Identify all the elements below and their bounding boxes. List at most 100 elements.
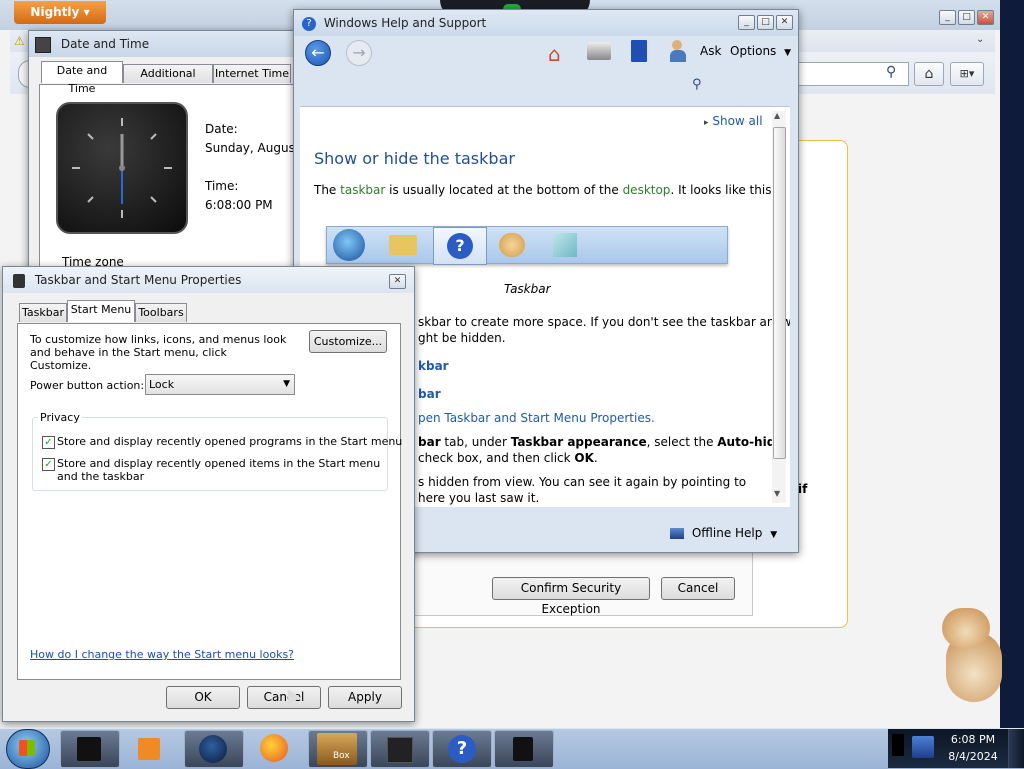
step2-bold: bar <box>418 435 441 449</box>
forward-arrow-icon: → <box>352 43 366 62</box>
privacy-label: Privacy <box>38 411 82 424</box>
recent-programs-checkbox[interactable]: ✓ <box>42 436 55 449</box>
ok-button[interactable]: OK <box>166 686 240 709</box>
help-forward-button[interactable]: → <box>346 40 372 66</box>
cert-cancel-button[interactable]: Cancel <box>661 577 735 600</box>
bookmarks-menu-button[interactable]: ⊞▾ <box>950 62 984 86</box>
tab-date-and-time[interactable]: Date and Time <box>41 61 123 95</box>
close-button[interactable]: ✕ <box>977 10 994 25</box>
tab-taskbar[interactable]: Taskbar <box>19 303 67 322</box>
tab-internet-time[interactable]: Internet Time <box>213 64 291 83</box>
tab-additional-clocks[interactable]: Additional Clocks <box>123 64 213 98</box>
date-time-page: Date: Sunday, August Time: 6:08:00 PM Ti… <box>39 84 303 273</box>
help-home-icon[interactable]: ⌂ <box>548 42 561 66</box>
scroll-thumb[interactable] <box>773 127 786 459</box>
date-time-tabs: Date and Time Additional Clocks Internet… <box>39 61 301 98</box>
help-body-line6: here you last saw it. <box>418 491 540 505</box>
scroll-up-icon[interactable]: ▲ <box>774 111 780 120</box>
nightly-app-button[interactable]: Nightly ▾ <box>14 1 106 24</box>
hamster-desktop-pet[interactable] <box>936 606 1006 710</box>
taskbar-properties-close-button[interactable]: ✕ <box>389 274 406 289</box>
help-intro: The taskbar is usually located at the bo… <box>314 183 775 197</box>
ask-label[interactable]: Ask <box>700 44 721 58</box>
illustration-start-orb-icon <box>333 229 365 261</box>
show-desktop-button[interactable] <box>1008 729 1024 768</box>
help-minimize-button[interactable]: _ <box>738 15 755 30</box>
date-time-titlebar: Date and Time <box>29 31 301 57</box>
apply-button[interactable]: Apply <box>328 686 402 709</box>
taskbar-properties-icon <box>13 273 25 288</box>
tab-toolbars[interactable]: Toolbars <box>135 303 187 322</box>
select-chevron-icon: ▼ <box>283 379 290 389</box>
search-icon[interactable]: ⚲ <box>886 64 896 80</box>
date-time-title: Date and Time <box>60 37 150 51</box>
tray-flag-icon[interactable] <box>912 736 934 758</box>
browse-help-book-icon[interactable] <box>631 40 647 62</box>
taskbar-item-firefox[interactable] <box>246 730 304 766</box>
media-player-icon <box>138 738 160 760</box>
show-taskbar-subheading[interactable]: bar <box>418 387 441 401</box>
help-scrollbar[interactable]: ▲ ▼ <box>772 111 786 503</box>
start-menu-help-link-text[interactable]: How do I change the way the Start menu l… <box>30 648 294 661</box>
analog-clock <box>56 102 188 234</box>
hide-taskbar-subheading[interactable]: kbar <box>418 359 449 373</box>
taskbar-item-media[interactable] <box>122 730 180 766</box>
start-button[interactable] <box>6 729 50 769</box>
recent-items-label[interactable]: Store and display recently opened items … <box>57 457 387 483</box>
taskbar-item-globe[interactable] <box>184 730 244 768</box>
tablet-icon <box>77 737 101 761</box>
help-step1[interactable]: pen Taskbar and Start Menu Properties. <box>418 411 655 425</box>
help-step2: bar tab, under Taskbar appearance, selec… <box>418 435 783 449</box>
date-value: Sunday, August <box>205 141 300 155</box>
step2-bold-2: Taskbar appearance <box>510 435 647 449</box>
taskbar-item-help[interactable]: ? <box>432 730 492 768</box>
taskbar-properties-dialog: Taskbar and Start Menu Properties ✕ Task… <box>2 266 415 722</box>
tray-monitor-icon[interactable] <box>892 734 904 756</box>
help-close-button[interactable]: ✕ <box>776 15 793 30</box>
taskbar-properties-titlebar: Taskbar and Start Menu Properties <box>3 267 414 293</box>
back-arrow-icon: ← <box>311 43 325 62</box>
show-all-arrow-icon: ▸ <box>704 118 709 128</box>
maximize-button[interactable]: □ <box>958 10 975 25</box>
power-button-select[interactable]: Lock ▼ <box>145 374 295 395</box>
help-back-button[interactable]: ← <box>305 40 331 66</box>
globe-icon <box>199 735 227 763</box>
taskbar-props-icon <box>513 737 533 761</box>
help-maximize-button[interactable]: □ <box>757 15 774 30</box>
taskbar-item-taskbar-props[interactable] <box>494 730 554 768</box>
help-search-icon[interactable]: ⚲ <box>692 77 702 92</box>
time-value: 6:08:00 PM <box>205 198 273 212</box>
step2-period: . <box>593 451 598 465</box>
tab-start-menu[interactable]: Start Menu <box>67 300 135 322</box>
printer-icon[interactable] <box>587 42 611 60</box>
customize-button[interactable]: Customize... <box>309 330 387 353</box>
recent-programs-label[interactable]: Store and display recently opened progra… <box>57 435 402 448</box>
show-all-label: Show all <box>712 114 763 128</box>
taskbar-item-box[interactable]: Box <box>308 730 368 768</box>
taskbar-caption: Taskbar <box>504 282 551 296</box>
taskbar-item-unknown[interactable] <box>60 730 120 768</box>
scroll-down-icon[interactable]: ▼ <box>774 489 780 498</box>
recent-items-checkbox[interactable]: ✓ <box>42 458 55 471</box>
tab-menu-chevron-icon[interactable]: ⌄ <box>976 34 984 45</box>
help-window-title: Windows Help and Support <box>323 16 487 30</box>
show-all-link[interactable]: ▸ Show all <box>704 114 763 128</box>
options-menu[interactable]: Options ▼ <box>730 44 791 58</box>
taskbar-item-calendar[interactable] <box>370 730 430 768</box>
start-menu-help-link[interactable]: How do I change the way the Start menu l… <box>30 648 294 661</box>
offline-help-status[interactable]: Offline Help ▼ <box>670 526 777 540</box>
home-button[interactable]: ⌂ <box>914 62 944 86</box>
illustration-help-icon: ? <box>433 227 487 265</box>
step2-text-3: check box, and then click <box>418 451 575 465</box>
minimize-button[interactable]: _ <box>939 10 956 25</box>
taskbar-properties-title: Taskbar and Start Menu Properties <box>34 273 242 287</box>
help-caption-buttons: _ □ ✕ <box>738 15 793 30</box>
options-chevron-icon: ▼ <box>784 48 792 58</box>
ask-people-icon[interactable] <box>670 40 690 62</box>
confirm-security-exception-button[interactable]: Confirm Security Exception <box>492 577 650 616</box>
desktop-glossary-link[interactable]: desktop <box>623 183 671 197</box>
illustration-paint-icon <box>499 233 525 257</box>
taskbar-glossary-link[interactable]: taskbar <box>340 183 385 197</box>
clock-time[interactable]: 6:08 PM <box>950 733 996 746</box>
clock-date[interactable]: 8/4/2024 <box>946 750 1000 763</box>
